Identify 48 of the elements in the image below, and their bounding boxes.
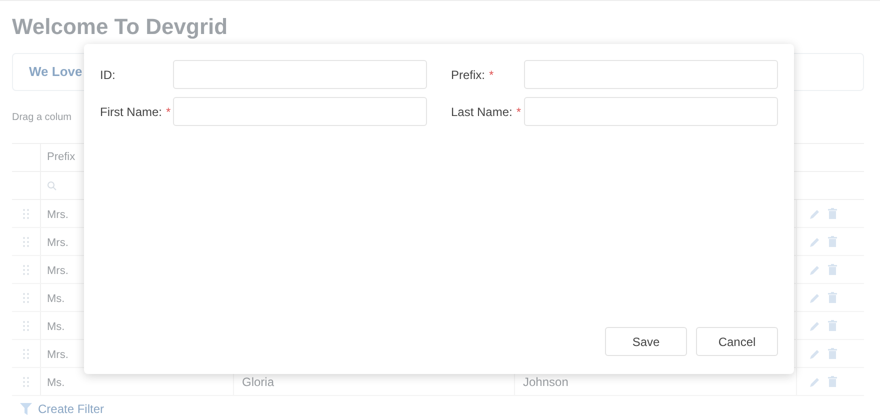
input-field[interactable] <box>524 97 778 126</box>
pencil-icon[interactable] <box>810 292 820 302</box>
trash-icon[interactable] <box>828 264 837 275</box>
page-title: Welcome To Devgrid <box>12 13 229 41</box>
trash-icon[interactable] <box>828 208 837 219</box>
table-cell: Ms. <box>47 292 65 304</box>
drag-handle-icon[interactable] <box>23 320 29 330</box>
table-cell: Mrs. <box>47 348 68 360</box>
input-field[interactable] <box>173 60 427 89</box>
trash-icon[interactable] <box>828 236 837 247</box>
drag-handle-icon[interactable] <box>23 208 29 218</box>
group-hint-text: Drag a colum <box>12 110 72 124</box>
banner-text: We Love <box>29 63 82 82</box>
field-label: First Name: <box>100 104 162 120</box>
pencil-icon[interactable] <box>810 376 820 386</box>
table-cell: Ms. <box>47 320 65 332</box>
table-cell: Mrs. <box>47 264 68 276</box>
required-mark: * <box>166 104 171 120</box>
field-label: ID: <box>100 66 116 84</box>
required-mark: * <box>516 104 522 120</box>
pencil-icon[interactable] <box>810 348 820 358</box>
filter-icon <box>20 403 32 415</box>
pencil-icon[interactable] <box>810 236 820 246</box>
trash-icon[interactable] <box>828 376 837 387</box>
drag-handle-icon[interactable] <box>23 348 29 358</box>
trash-icon[interactable] <box>828 320 837 331</box>
drag-handle-icon[interactable] <box>23 292 29 302</box>
drag-handle-icon[interactable] <box>23 264 29 274</box>
input-field[interactable] <box>524 60 778 89</box>
drag-handle-icon[interactable] <box>23 236 29 246</box>
pencil-icon[interactable] <box>810 320 820 330</box>
trash-icon[interactable] <box>828 348 837 359</box>
table-cell-text: Johnson <box>523 374 568 390</box>
table-cell: Mrs. <box>47 208 68 220</box>
input-field[interactable] <box>173 97 427 126</box>
table-cell: Ms. <box>47 376 65 388</box>
trash-icon[interactable] <box>828 292 837 303</box>
table-cell: Mrs. <box>47 236 68 248</box>
pencil-icon[interactable] <box>810 264 820 274</box>
save-button[interactable]: Save <box>605 327 687 356</box>
field-label: Prefix: <box>451 66 486 84</box>
required-mark: * <box>489 66 494 84</box>
field-label: Last Name: <box>451 104 512 120</box>
drag-handle-icon[interactable] <box>23 376 29 386</box>
pencil-icon[interactable] <box>810 208 820 218</box>
table-cell-text: Gloria <box>242 374 274 390</box>
cancel-button[interactable]: Cancel <box>696 327 778 356</box>
search-icon <box>47 180 57 190</box>
